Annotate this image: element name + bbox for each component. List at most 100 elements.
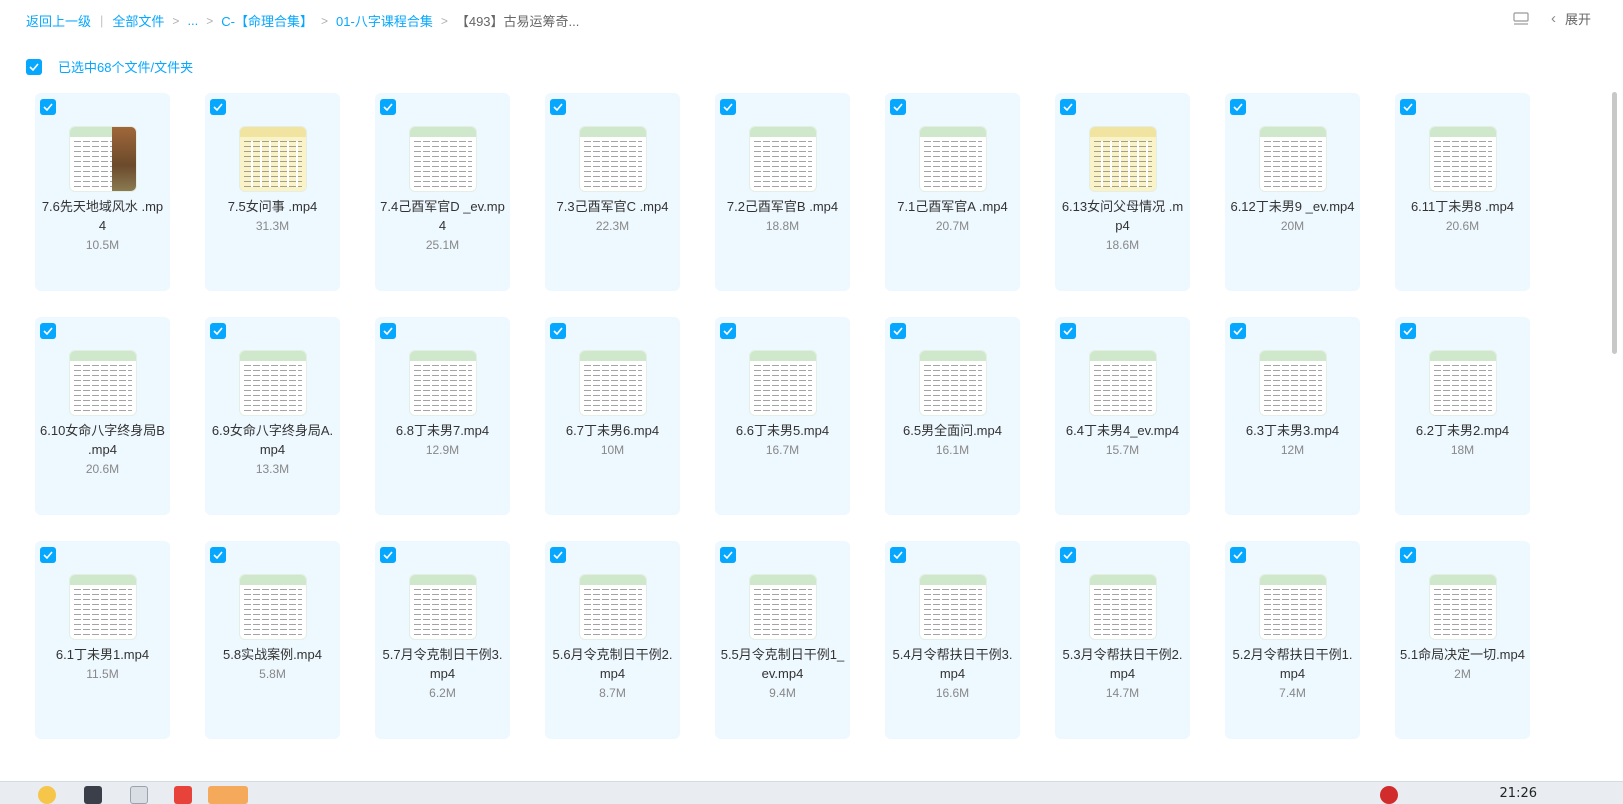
scrollbar-thumb[interactable] [1612, 92, 1617, 354]
video-thumbnail[interactable] [409, 126, 477, 192]
file-item[interactable]: 7.3己酉军官C .mp4 22.3M [545, 93, 680, 291]
file-checkbox[interactable] [210, 323, 226, 339]
file-name[interactable]: 6.1丁未男1.mp4 [39, 645, 166, 664]
terminal-icon[interactable] [84, 786, 102, 804]
breadcrumb-level1[interactable]: C-【命理合集】 [221, 11, 313, 30]
file-item[interactable]: 5.1命局决定一切.mp4 2M [1395, 541, 1530, 739]
video-thumbnail[interactable] [579, 126, 647, 192]
video-thumbnail[interactable] [579, 350, 647, 416]
video-thumbnail[interactable] [239, 574, 307, 640]
file-checkbox[interactable] [1230, 99, 1246, 115]
file-checkbox[interactable] [550, 99, 566, 115]
list-view-icon[interactable] [1513, 11, 1529, 26]
app-icon[interactable] [174, 786, 192, 804]
file-item[interactable]: 6.2丁未男2.mp4 18M [1395, 317, 1530, 515]
file-name[interactable]: 5.4月令帮扶日干例3.mp4 [889, 645, 1016, 683]
breadcrumb-all-files[interactable]: 全部文件 [112, 11, 164, 30]
file-name[interactable]: 6.2丁未男2.mp4 [1399, 421, 1526, 440]
video-thumbnail[interactable] [919, 574, 987, 640]
file-name[interactable]: 5.3月令帮扶日干例2.mp4 [1059, 645, 1186, 683]
file-name[interactable]: 6.13女问父母情况 .mp4 [1059, 197, 1186, 235]
file-item[interactable]: 5.2月令帮扶日干例1.mp4 7.4M [1225, 541, 1360, 739]
file-checkbox[interactable] [40, 99, 56, 115]
file-name[interactable]: 6.11丁未男8 .mp4 [1399, 197, 1526, 216]
file-item[interactable]: 5.3月令帮扶日干例2.mp4 14.7M [1055, 541, 1190, 739]
file-item[interactable]: 5.5月令克制日干例1_ev.mp4 9.4M [715, 541, 850, 739]
video-thumbnail[interactable] [1429, 574, 1497, 640]
file-item[interactable]: 5.7月令克制日干例3.mp4 6.2M [375, 541, 510, 739]
file-checkbox[interactable] [1230, 323, 1246, 339]
expand-button[interactable]: ‹ 展开 [1551, 9, 1591, 28]
file-checkbox[interactable] [890, 99, 906, 115]
file-item[interactable]: 6.9女命八字终身局A.mp4 13.3M [205, 317, 340, 515]
file-checkbox[interactable] [720, 547, 736, 563]
file-name[interactable]: 6.5男全面问.mp4 [889, 421, 1016, 440]
video-thumbnail[interactable] [1089, 574, 1157, 640]
file-name[interactable]: 5.8实战案例.mp4 [209, 645, 336, 664]
file-name[interactable]: 5.5月令克制日干例1_ev.mp4 [719, 645, 846, 683]
select-all-checkbox[interactable] [26, 58, 42, 75]
video-thumbnail[interactable] [919, 350, 987, 416]
file-checkbox[interactable] [890, 547, 906, 563]
file-checkbox[interactable] [890, 323, 906, 339]
video-thumbnail[interactable] [919, 126, 987, 192]
video-thumbnail[interactable] [1089, 350, 1157, 416]
file-checkbox[interactable] [1230, 547, 1246, 563]
breadcrumb-level2[interactable]: 01-八字课程合集 [336, 11, 433, 30]
file-checkbox[interactable] [550, 547, 566, 563]
file-name[interactable]: 6.7丁未男6.mp4 [549, 421, 676, 440]
file-item[interactable]: 6.6丁未男5.mp4 16.7M [715, 317, 850, 515]
file-checkbox[interactable] [720, 99, 736, 115]
file-name[interactable]: 6.10女命八字终身局B .mp4 [39, 421, 166, 459]
file-checkbox[interactable] [1400, 323, 1416, 339]
file-item[interactable]: 6.5男全面问.mp4 16.1M [885, 317, 1020, 515]
file-item[interactable]: 6.11丁未男8 .mp4 20.6M [1395, 93, 1530, 291]
notepad-icon[interactable] [130, 786, 148, 804]
file-item[interactable]: 6.8丁未男7.mp4 12.9M [375, 317, 510, 515]
tray-icon[interactable] [1380, 786, 1398, 804]
file-checkbox[interactable] [1400, 99, 1416, 115]
file-item[interactable]: 6.7丁未男6.mp4 10M [545, 317, 680, 515]
video-thumbnail[interactable] [749, 574, 817, 640]
file-item[interactable]: 5.6月令克制日干例2.mp4 8.7M [545, 541, 680, 739]
file-item[interactable]: 5.8实战案例.mp4 5.8M [205, 541, 340, 739]
file-checkbox[interactable] [1060, 99, 1076, 115]
file-name[interactable]: 6.6丁未男5.mp4 [719, 421, 846, 440]
file-name[interactable]: 7.4己酉军官D _ev.mp4 [379, 197, 506, 235]
file-item[interactable]: 7.6先天地域风水 .mp4 10.5M [35, 93, 170, 291]
video-thumbnail[interactable] [579, 574, 647, 640]
file-checkbox[interactable] [40, 547, 56, 563]
file-name[interactable]: 7.2己酉军官B .mp4 [719, 197, 846, 216]
file-checkbox[interactable] [210, 99, 226, 115]
video-thumbnail[interactable] [1089, 126, 1157, 192]
file-name[interactable]: 5.1命局决定一切.mp4 [1399, 645, 1526, 664]
file-name[interactable]: 6.8丁未男7.mp4 [379, 421, 506, 440]
video-thumbnail[interactable] [1429, 126, 1497, 192]
file-item[interactable]: 6.13女问父母情况 .mp4 18.6M [1055, 93, 1190, 291]
file-name[interactable]: 7.3己酉军官C .mp4 [549, 197, 676, 216]
file-checkbox[interactable] [550, 323, 566, 339]
file-item[interactable]: 6.12丁未男9 _ev.mp4 20M [1225, 93, 1360, 291]
file-item[interactable]: 6.4丁未男4_ev.mp4 15.7M [1055, 317, 1190, 515]
file-name[interactable]: 7.5女问事 .mp4 [209, 197, 336, 216]
video-thumbnail[interactable] [239, 350, 307, 416]
video-thumbnail[interactable] [409, 574, 477, 640]
file-item[interactable]: 7.4己酉军官D _ev.mp4 25.1M [375, 93, 510, 291]
file-item[interactable]: 6.1丁未男1.mp4 11.5M [35, 541, 170, 739]
video-thumbnail[interactable] [69, 574, 137, 640]
file-item[interactable]: 7.2己酉军官B .mp4 18.8M [715, 93, 850, 291]
file-item[interactable]: 6.10女命八字终身局B .mp4 20.6M [35, 317, 170, 515]
file-checkbox[interactable] [210, 547, 226, 563]
back-link[interactable]: 返回上一级 [26, 11, 91, 30]
active-window-icon[interactable] [208, 786, 248, 804]
video-thumbnail[interactable] [1259, 126, 1327, 192]
file-checkbox[interactable] [40, 323, 56, 339]
file-item[interactable]: 7.1己酉军官A .mp4 20.7M [885, 93, 1020, 291]
file-item[interactable]: 5.4月令帮扶日干例3.mp4 16.6M [885, 541, 1020, 739]
video-thumbnail[interactable] [239, 126, 307, 192]
breadcrumb-ellipsis[interactable]: ... [187, 13, 198, 28]
file-checkbox[interactable] [1060, 323, 1076, 339]
file-checkbox[interactable] [1060, 547, 1076, 563]
file-name[interactable]: 6.12丁未男9 _ev.mp4 [1229, 197, 1356, 216]
file-checkbox[interactable] [720, 323, 736, 339]
